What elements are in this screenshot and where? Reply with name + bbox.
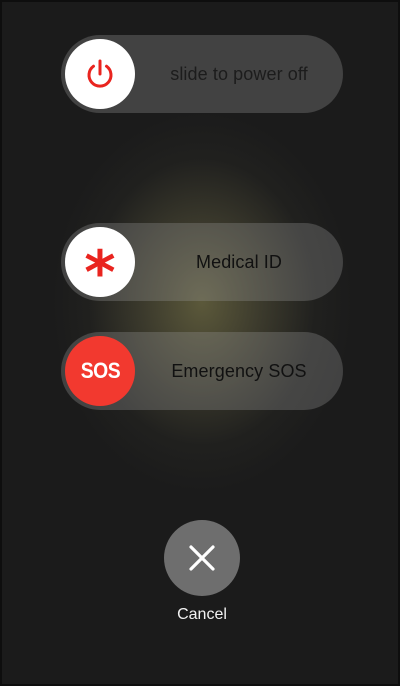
cancel-button[interactable] <box>164 520 240 596</box>
asterisk-icon: * <box>84 238 116 308</box>
power-off-label: slide to power off <box>170 63 308 84</box>
close-icon <box>189 545 215 571</box>
medical-id-slider[interactable]: * Medical ID <box>61 223 343 303</box>
emergency-sos-label: Emergency SOS <box>171 360 307 381</box>
power-off-screen: slide to power off * Medical ID SOS Emer… <box>0 0 400 686</box>
power-off-knob[interactable] <box>65 39 135 109</box>
medical-id-knob[interactable]: * <box>65 227 135 303</box>
power-off-slider[interactable]: slide to power off <box>61 35 343 113</box>
power-icon <box>87 59 113 88</box>
emergency-sos-slider[interactable]: SOS Emergency SOS <box>61 332 343 410</box>
emergency-sos-knob[interactable]: SOS <box>65 336 135 406</box>
sos-icon: SOS <box>80 358 120 383</box>
medical-id-label: Medical ID <box>195 251 283 272</box>
cancel-label: Cancel <box>177 606 227 623</box>
